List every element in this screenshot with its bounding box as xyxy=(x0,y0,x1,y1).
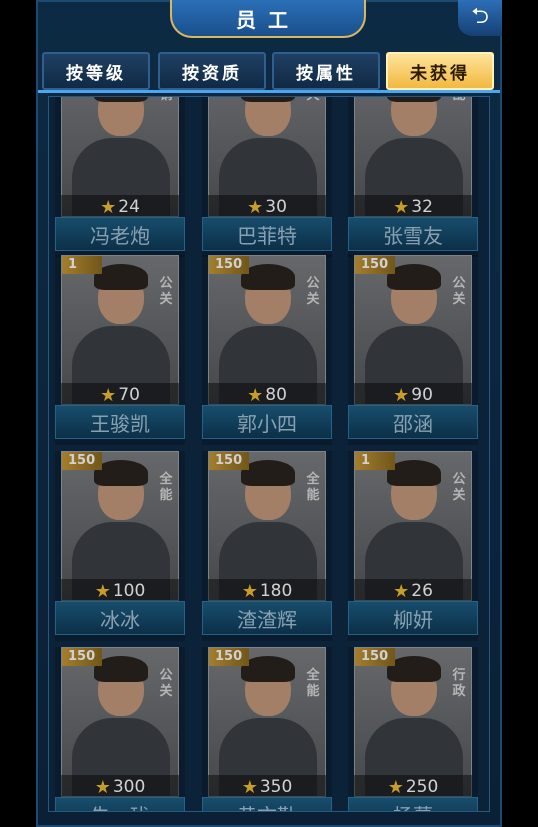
employee-card[interactable]: 150 行政 ★ 250 杨蕾 xyxy=(348,647,478,811)
level-badge: 150 xyxy=(209,452,249,470)
employee-card[interactable]: 150 全能 ★ 100 冰冰 xyxy=(55,451,185,641)
category-tag: 乱 xyxy=(451,97,467,104)
cost-value: 100 xyxy=(112,581,146,601)
tab-by-attribute[interactable]: 按属性 xyxy=(272,52,380,90)
employee-card[interactable]: 销 ★ 24 冯老炮 xyxy=(55,97,185,257)
employee-card[interactable]: 150 公关 ★ 300 朱一珑 xyxy=(55,647,185,811)
category-tag: 公关 xyxy=(452,472,466,503)
employee-name: 杨蕾 xyxy=(348,797,478,811)
employee-name: 黄文勤 xyxy=(202,797,332,811)
tab-not-obtained[interactable]: 未获得 xyxy=(386,52,494,90)
employee-name: 渣渣辉 xyxy=(202,601,332,635)
cost-value: 180 xyxy=(259,581,293,601)
star-icon: ★ xyxy=(100,384,117,406)
level-badge: 150 xyxy=(355,256,395,274)
star-icon: ★ xyxy=(247,196,264,218)
category-tag: 公关 xyxy=(306,276,320,307)
cost-strip: ★ 100 xyxy=(61,579,179,603)
level-badge: 150 xyxy=(209,256,249,274)
star-icon: ★ xyxy=(393,384,410,406)
employee-name: 冰冰 xyxy=(55,601,185,635)
category-tag: 公关 xyxy=(452,276,466,307)
employee-card[interactable]: 150 全能 ★ 180 渣渣辉 xyxy=(202,451,332,641)
cost-strip: ★ 32 xyxy=(354,195,472,219)
cost-value: 70 xyxy=(118,385,140,405)
star-icon: ★ xyxy=(393,580,410,602)
cost-strip: ★ 180 xyxy=(208,579,326,603)
employee-card[interactable]: 1 公关 ★ 70 王骏凯 xyxy=(55,255,185,445)
star-icon: ★ xyxy=(393,196,410,218)
cost-value: 30 xyxy=(265,197,287,217)
employee-card[interactable]: 天 ★ 30 巴菲特 xyxy=(202,97,332,257)
cost-value: 300 xyxy=(112,777,146,797)
level-badge: 1 xyxy=(62,256,102,274)
tab-by-quality[interactable]: 按资质 xyxy=(158,52,266,90)
category-tag: 天 xyxy=(305,97,321,104)
employee-name: 冯老炮 xyxy=(55,217,185,251)
cost-strip: ★ 90 xyxy=(354,383,472,407)
category-tag: 公关 xyxy=(159,276,173,307)
employee-card[interactable]: 乱 ★ 32 张雪友 xyxy=(348,97,478,257)
cost-value: 80 xyxy=(265,385,287,405)
level-badge: 150 xyxy=(355,648,395,666)
star-icon: ★ xyxy=(241,580,258,602)
employee-card[interactable]: 1 公关 ★ 26 柳妍 xyxy=(348,451,478,641)
cost-value: 32 xyxy=(411,197,433,217)
back-button[interactable]: ⮌ xyxy=(458,0,502,36)
tab-bar: 按等级 按资质 按属性 未获得 xyxy=(40,52,498,92)
employee-card[interactable]: 150 全能 ★ 350 黄文勤 xyxy=(202,647,332,811)
cost-strip: ★ 30 xyxy=(208,195,326,219)
star-icon: ★ xyxy=(94,776,111,798)
cost-value: 90 xyxy=(411,385,433,405)
category-tag: 全能 xyxy=(306,668,320,699)
cost-strip: ★ 350 xyxy=(208,775,326,799)
star-icon: ★ xyxy=(247,384,264,406)
cost-value: 350 xyxy=(259,777,293,797)
employee-name: 柳妍 xyxy=(348,601,478,635)
employee-name: 王骏凯 xyxy=(55,405,185,439)
category-tag: 销 xyxy=(158,97,174,104)
cost-strip: ★ 250 xyxy=(354,775,472,799)
star-icon: ★ xyxy=(94,580,111,602)
cost-value: 250 xyxy=(405,777,439,797)
category-tag: 全能 xyxy=(306,472,320,503)
level-badge: 150 xyxy=(209,648,249,666)
category-tag: 行政 xyxy=(452,668,466,699)
back-arrow-icon: ⮌ xyxy=(471,4,489,29)
employee-name: 郭小四 xyxy=(202,405,332,439)
page-title: 员工 xyxy=(236,7,300,32)
employee-name: 巴菲特 xyxy=(202,217,332,251)
tab-by-level[interactable]: 按等级 xyxy=(42,52,150,90)
employee-name: 朱一珑 xyxy=(55,797,185,811)
category-tag: 公关 xyxy=(159,668,173,699)
employee-name: 张雪友 xyxy=(348,217,478,251)
star-icon: ★ xyxy=(100,196,117,218)
employee-card[interactable]: 150 公关 ★ 90 邵涵 xyxy=(348,255,478,445)
category-tag: 全能 xyxy=(159,472,173,503)
title-plate: 员工 xyxy=(170,0,366,38)
cost-strip: ★ 70 xyxy=(61,383,179,407)
star-icon: ★ xyxy=(241,776,258,798)
tab-underline xyxy=(38,90,500,93)
employee-name: 邵涵 xyxy=(348,405,478,439)
cost-strip: ★ 24 xyxy=(61,195,179,219)
cost-value: 24 xyxy=(118,197,140,217)
cost-strip: ★ 300 xyxy=(61,775,179,799)
cost-strip: ★ 26 xyxy=(354,579,472,603)
star-icon: ★ xyxy=(387,776,404,798)
level-badge: 150 xyxy=(62,648,102,666)
cost-value: 26 xyxy=(411,581,433,601)
cost-strip: ★ 80 xyxy=(208,383,326,407)
employee-card[interactable]: 150 公关 ★ 80 郭小四 xyxy=(202,255,332,445)
employee-grid[interactable]: 销 ★ 24 冯老炮 天 ★ 30 巴菲特 乱 ★ 32 张雪友 xyxy=(48,96,490,812)
level-badge: 1 xyxy=(355,452,395,470)
level-badge: 150 xyxy=(62,452,102,470)
